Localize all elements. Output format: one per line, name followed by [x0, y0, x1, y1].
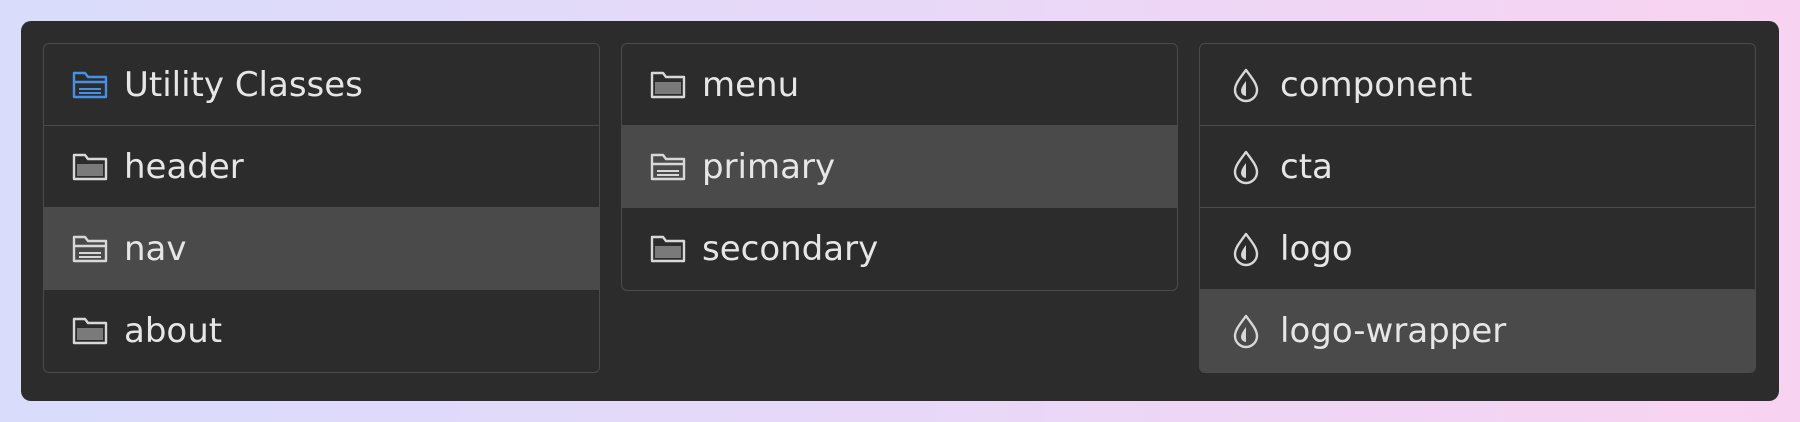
column-1: Utility Classes header nav about	[43, 43, 600, 373]
list-item-menu[interactable]: menu	[622, 44, 1177, 126]
drop-icon	[1226, 65, 1266, 105]
list-item-nav[interactable]: nav	[44, 208, 599, 290]
column-2: menu primary secondary	[621, 43, 1178, 291]
list-item-label: component	[1280, 64, 1473, 105]
list-item-label: nav	[124, 228, 187, 269]
class-browser-panel: Utility Classes header nav about menu pr…	[21, 21, 1779, 401]
list-item-label: Utility Classes	[124, 64, 363, 105]
list-item-utility-classes[interactable]: Utility Classes	[44, 44, 599, 126]
list-item-label: cta	[1280, 146, 1333, 187]
folder-icon	[648, 229, 688, 269]
list-item-label: logo-wrapper	[1280, 311, 1507, 351]
list-item-primary[interactable]: primary	[622, 126, 1177, 208]
drop-icon	[1226, 229, 1266, 269]
list-item-header[interactable]: header	[44, 126, 599, 208]
drop-icon	[1226, 311, 1266, 351]
folder-icon	[70, 311, 110, 351]
list-item-logo-wrapper[interactable]: logo-wrapper	[1200, 290, 1755, 372]
list-item-about[interactable]: about	[44, 290, 599, 372]
list-item-label: header	[124, 146, 244, 187]
list-item-label: primary	[702, 146, 836, 187]
list-item-label: about	[124, 311, 223, 351]
list-item-label: logo	[1280, 228, 1353, 269]
folder-open-icon	[648, 147, 688, 187]
folder-icon	[648, 65, 688, 105]
list-item-label: secondary	[702, 229, 879, 269]
list-item-cta[interactable]: cta	[1200, 126, 1755, 208]
folder-icon	[70, 147, 110, 187]
column-3: component cta logo logo-wrapper	[1199, 43, 1756, 373]
folder-open-icon	[70, 65, 110, 105]
list-item-label: menu	[702, 64, 800, 105]
drop-icon	[1226, 147, 1266, 187]
list-item-logo[interactable]: logo	[1200, 208, 1755, 290]
list-item-component[interactable]: component	[1200, 44, 1755, 126]
list-item-secondary[interactable]: secondary	[622, 208, 1177, 290]
folder-open-icon	[70, 229, 110, 269]
